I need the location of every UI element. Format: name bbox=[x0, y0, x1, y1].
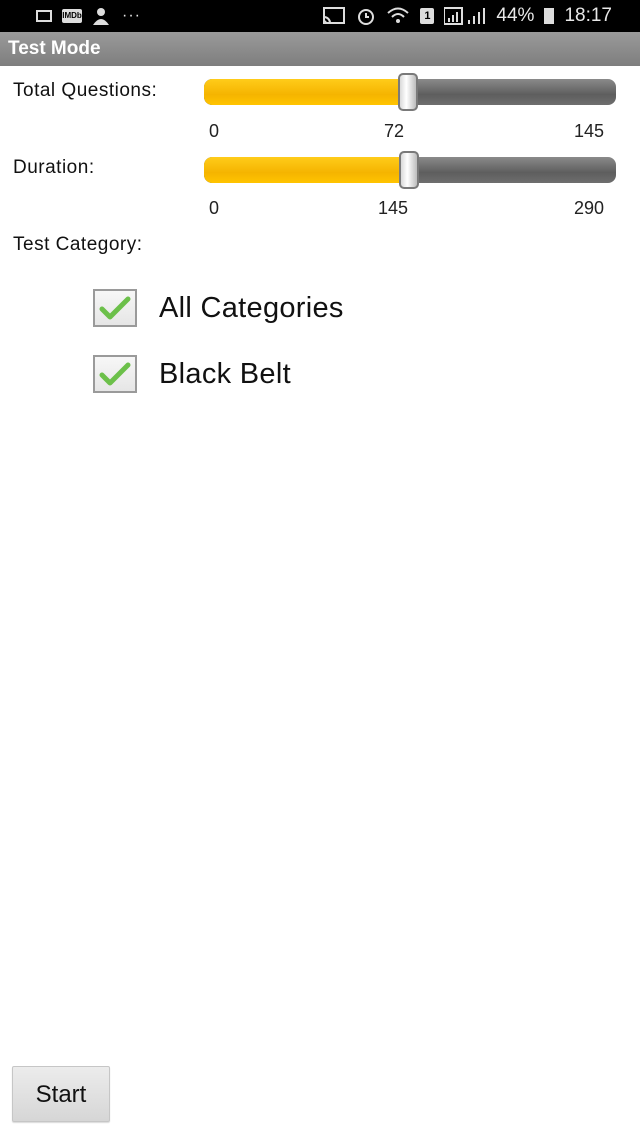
page-title: Test Mode bbox=[8, 38, 101, 59]
duration-slider[interactable] bbox=[204, 151, 616, 189]
image-icon bbox=[36, 10, 52, 22]
app-title-bar: Test Mode bbox=[0, 32, 640, 66]
duration-label: Duration: bbox=[13, 157, 95, 178]
total-questions-slider[interactable] bbox=[204, 73, 616, 111]
category-option-black-belt[interactable]: Black Belt bbox=[93, 355, 291, 393]
imdb-icon: IMDb bbox=[62, 9, 82, 23]
duration-min: 0 bbox=[209, 198, 220, 218]
clock: 18:17 bbox=[564, 5, 612, 26]
screen: IMDb ··· 1 44% 18:17 Test Mode Total Que… bbox=[0, 0, 640, 1136]
status-bar: IMDb ··· 1 44% 18:17 bbox=[0, 0, 640, 32]
checkbox-all-categories[interactable] bbox=[93, 289, 137, 327]
person-icon bbox=[92, 7, 112, 25]
slider-thumb[interactable] bbox=[397, 73, 418, 111]
checkmark-icon bbox=[99, 296, 131, 320]
total-questions-min: 0 bbox=[209, 121, 220, 141]
alarm-icon bbox=[356, 6, 376, 26]
checkbox-label: Black Belt bbox=[159, 357, 291, 390]
battery-percent: 44% bbox=[496, 5, 535, 26]
cast-icon bbox=[322, 7, 346, 25]
start-button[interactable]: Start bbox=[12, 1066, 110, 1122]
checkmark-icon bbox=[99, 362, 131, 386]
slider-fill bbox=[204, 79, 409, 105]
total-questions-current: 72 bbox=[384, 121, 405, 141]
test-category-label: Test Category: bbox=[13, 234, 143, 255]
sim-icon: 1 bbox=[420, 8, 435, 24]
duration-current: 145 bbox=[378, 198, 409, 218]
battery-icon bbox=[544, 8, 555, 24]
total-questions-label: Total Questions: bbox=[13, 80, 158, 101]
slider-thumb[interactable] bbox=[399, 151, 419, 189]
signal-icon bbox=[444, 6, 486, 26]
duration-max: 290 bbox=[574, 198, 605, 218]
more-icon: ··· bbox=[122, 7, 141, 24]
category-option-all[interactable]: All Categories bbox=[93, 289, 344, 327]
status-right: 1 44% 18:17 bbox=[322, 5, 612, 27]
checkbox-label: All Categories bbox=[159, 291, 344, 324]
status-left: IMDb ··· bbox=[36, 7, 141, 25]
checkbox-black-belt[interactable] bbox=[93, 355, 137, 393]
total-questions-max: 145 bbox=[574, 121, 605, 141]
wifi-icon bbox=[386, 7, 410, 25]
slider-fill bbox=[204, 157, 410, 183]
